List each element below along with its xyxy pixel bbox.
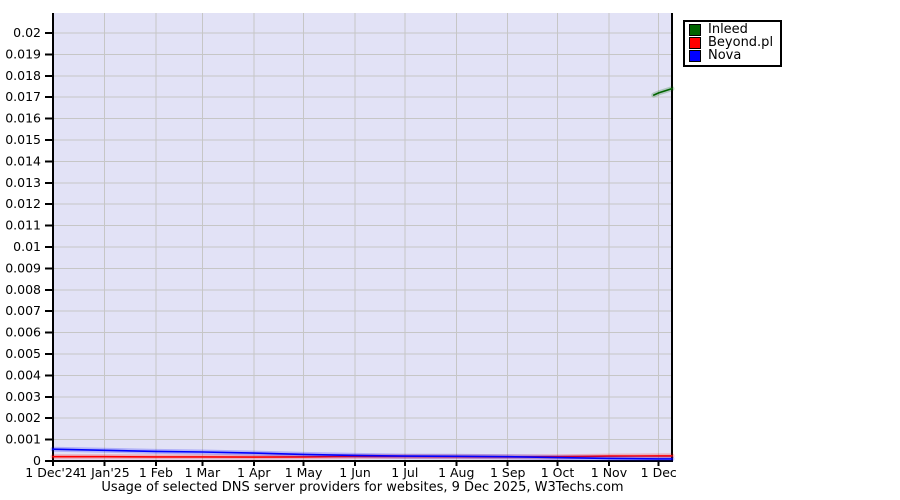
y-tick-label: 0.008 [5,282,41,297]
y-tick-label: 0.011 [5,218,41,233]
x-tick-label: 1 Sep [490,465,526,480]
y-tick-label: 0.013 [5,175,41,190]
x-tick-label: 1 Apr [237,465,271,480]
y-tick-label: 0.007 [5,303,41,318]
x-tick-label: 1 Nov [591,465,628,480]
legend-label-nova: Nova [708,48,742,63]
x-tick-label: 1 Jun [339,465,370,480]
x-tick-label: 1 Mar [185,465,221,480]
y-tick-label: 0.02 [13,25,41,40]
y-tick-label: 0.002 [5,410,41,425]
legend: Inleed Beyond.pl Nova [683,20,783,67]
x-tick-label: 1 Dec [641,465,677,480]
y-tick-label: 0.018 [5,68,41,83]
y-tick-label: 0.004 [5,367,41,382]
x-tick-label: 1 Dec'24 [25,465,81,480]
x-tick-label: 1 May [285,465,323,480]
legend-swatch-inleed [689,24,701,36]
x-tick-label: 1 Aug [438,465,474,480]
legend-swatch-nova [689,50,701,62]
y-tick-label: 0.016 [5,111,41,126]
y-tick-label: 0.001 [5,432,41,447]
x-tick-label: 1 Feb [139,465,173,480]
y-tick-label: 0.019 [5,46,41,61]
legend-item-nova: Nova [689,48,773,63]
plot-area [53,13,672,461]
y-tick-label: 0.015 [5,132,41,147]
chart-page: 0 0.001 0.002 0.003 0.004 0.005 0.006 0.007 0.00… [0,0,900,500]
y-tick-label: 0.003 [5,389,41,404]
x-tick-label: 1 Jul [391,465,418,480]
x-tick-label: 1 Oct [541,465,575,480]
y-tick-label: 0.014 [5,153,41,168]
y-tick-label: 0.009 [5,260,41,275]
chart-title: Usage of selected DNS server providers f… [101,480,624,495]
y-tick-label: 0.017 [5,89,41,104]
y-tick-label: 0.005 [5,346,41,361]
x-tick-label: 1 Jan'25 [79,465,130,480]
y-tick-label: 0.012 [5,196,41,211]
y-tick-label: 0.006 [5,325,41,340]
legend-swatch-beyondpl [689,37,701,49]
chart-svg: 00.0010.0020.0030.0040.0050.0060.0070.00… [5,13,677,480]
y-tick-label: 0.01 [13,239,41,254]
